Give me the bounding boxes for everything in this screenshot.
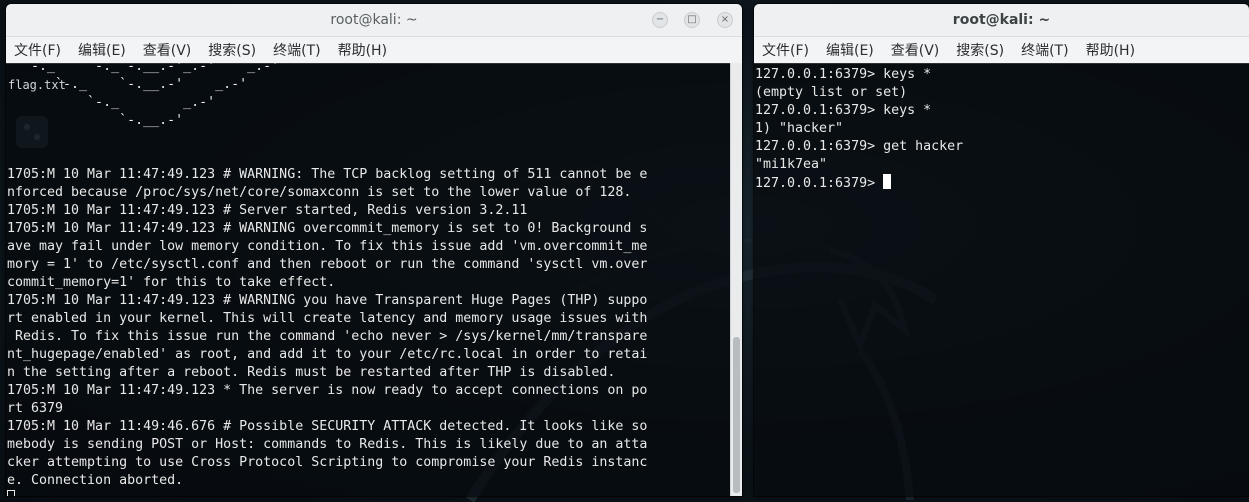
terminal-output[interactable]: flag.txt `-._ `-._`-.__.-'_.-' _.-' `-._… (6, 63, 731, 496)
menu-search[interactable]: 搜索(S) (956, 38, 1004, 62)
menu-bar: 文件(F) 编辑(E) 查看(V) 搜索(S) 终端(T) 帮助(H) (6, 37, 742, 64)
title-bar[interactable]: root@kali: ~ − □ × (6, 4, 742, 37)
menu-file[interactable]: 文件(F) (762, 38, 809, 62)
terminal-line (7, 148, 647, 166)
terminal-cursor (7, 490, 15, 496)
terminal-line: 127.0.0.1:6379> keys * (755, 103, 932, 118)
minimize-button[interactable]: − (652, 12, 668, 28)
terminal-line: n the setting after a reboot. Redis must… (7, 365, 616, 380)
terminal-line: 1705:M 10 Mar 11:47:49.123 # WARNING you… (7, 293, 648, 308)
terminal-line: 127.0.0.1:6379> keys * (755, 67, 932, 82)
terminal-line: 1705:M 10 Mar 11:47:49.123 # Server star… (7, 203, 528, 218)
menu-file[interactable]: 文件(F) (14, 38, 61, 62)
terminal-line: 1705:M 10 Mar 11:47:49.123 # WARNING: Th… (7, 167, 648, 182)
terminal-line: 1) "hacker" (755, 121, 844, 136)
terminal-window-right[interactable]: root@kali: ~ 文件(F) 编辑(E) 查看(V) 搜索(S) 终端(… (754, 4, 1249, 496)
terminal-line: 1705:M 10 Mar 11:47:49.123 # WARNING ove… (7, 221, 648, 236)
terminal-output[interactable]: 127.0.0.1:6379> keys * (empty list or se… (754, 63, 1249, 496)
terminal-line: ave may fail under low memory condition.… (7, 239, 648, 254)
terminal-cursor-line (7, 490, 647, 496)
terminal-line: Redis. To fix this issue run the command… (7, 329, 648, 344)
terminal-line: 1705:M 10 Mar 11:49:46.676 # Possible SE… (7, 419, 648, 434)
terminal-line: "mi1k7ea" (755, 157, 828, 172)
terminal-prompt: 127.0.0.1:6379> (755, 176, 884, 191)
terminal-line: commit_memory=1' for this to take effect… (7, 275, 336, 290)
menu-bar: 文件(F) 编辑(E) 查看(V) 搜索(S) 终端(T) 帮助(H) (754, 37, 1249, 64)
terminal-prompt-line[interactable]: 127.0.0.1:6379> (755, 174, 963, 193)
terminal-line: mebody is sending POST or Host: commands… (7, 437, 648, 452)
terminal-line: nforced because /proc/sys/net/core/somax… (7, 185, 632, 200)
terminal-cursor (883, 174, 892, 189)
terminal-line: e. Connection aborted. (7, 473, 184, 488)
window-title: root@kali: ~ (330, 12, 418, 28)
menu-edit[interactable]: 编辑(E) (826, 38, 874, 62)
terminal-line: mory = 1' to /etc/sysctl.conf and then r… (7, 257, 648, 272)
menu-help[interactable]: 帮助(H) (1086, 38, 1135, 62)
menu-terminal[interactable]: 终端(T) (273, 38, 320, 62)
vertical-scrollbar[interactable] (730, 63, 742, 496)
terminal-line: 1705:M 10 Mar 11:47:49.123 * The server … (7, 383, 648, 398)
terminal-line: nt_hugepage/enabled' as root, and add it… (7, 347, 648, 362)
terminal-line: 127.0.0.1:6379> get hacker (755, 139, 964, 154)
terminal-line (7, 130, 647, 148)
menu-terminal[interactable]: 终端(T) (1021, 38, 1068, 62)
terminal-line: rt 6379 (7, 401, 64, 416)
terminal-window-left[interactable]: root@kali: ~ − □ × 文件(F) 编辑(E) 查看(V) 搜索(… (6, 4, 742, 496)
terminal-line: `-.__.-' (7, 113, 184, 128)
menu-search[interactable]: 搜索(S) (208, 38, 256, 62)
menu-help[interactable]: 帮助(H) (338, 38, 387, 62)
terminal-line: cker attempting to use Cross Protocol Sc… (7, 455, 648, 470)
scrollbar-thumb[interactable] (733, 337, 740, 493)
title-bar[interactable]: root@kali: ~ (754, 4, 1249, 37)
terminal-line: `-._ `-._`-.__.-'_.-' _.-' (7, 63, 280, 74)
menu-view[interactable]: 查看(V) (143, 38, 192, 62)
terminal-line: `-._ _.-' (7, 95, 216, 110)
terminal-line: `-._ `-.__.-' _.-' (7, 77, 248, 92)
menu-view[interactable]: 查看(V) (891, 38, 940, 62)
maximize-button[interactable]: □ (684, 12, 700, 28)
menu-edit[interactable]: 编辑(E) (78, 38, 126, 62)
window-title: root@kali: ~ (952, 12, 1051, 28)
close-button[interactable]: × (717, 12, 733, 28)
terminal-line: rt enabled in your kernel. This will cre… (7, 311, 648, 326)
terminal-line: (empty list or set) (755, 85, 908, 100)
